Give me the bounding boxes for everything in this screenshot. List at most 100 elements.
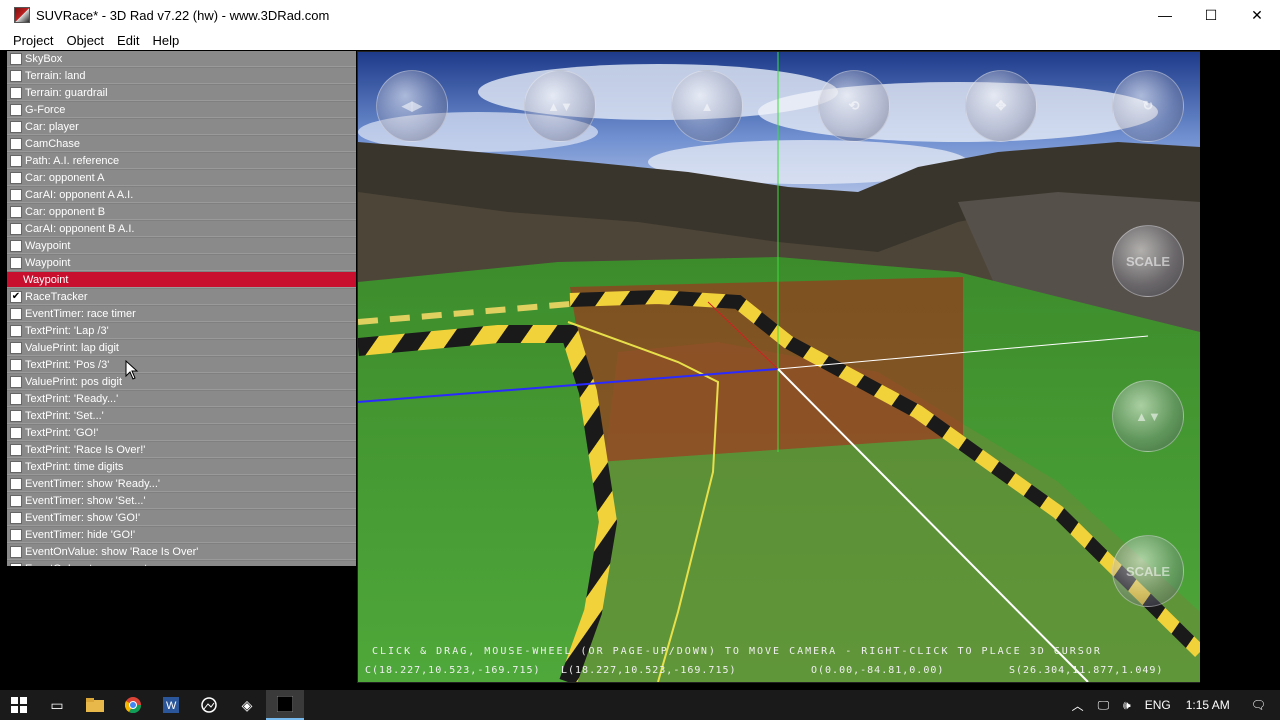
rotate-view-icon[interactable]: ◀▶ [376, 70, 448, 142]
object-list-item[interactable]: TextPrint: time digits [7, 459, 356, 475]
start-button[interactable] [0, 690, 38, 720]
menu-object[interactable]: Object [60, 33, 110, 48]
object-list-item[interactable]: Terrain: guardrail [7, 85, 356, 101]
object-visibility-checkbox[interactable] [10, 52, 22, 65]
object-visibility-checkbox[interactable] [10, 494, 22, 507]
photos-icon[interactable] [190, 690, 228, 720]
object-visibility-checkbox[interactable] [10, 477, 22, 490]
object-visibility-checkbox[interactable] [10, 307, 22, 320]
object-visibility-checkbox[interactable] [10, 358, 22, 371]
object-visibility-checkbox[interactable] [10, 511, 22, 524]
scale-vertical-icon[interactable]: ▲▼ [1112, 380, 1184, 452]
object-list-item[interactable]: EventTimer: show 'Set...' [7, 493, 356, 509]
object-visibility-checkbox[interactable] [10, 426, 22, 439]
scale-button[interactable]: SCALE [1112, 225, 1184, 297]
close-button[interactable]: ✕ [1234, 0, 1280, 30]
object-visibility-checkbox[interactable] [10, 460, 22, 473]
move-forward-icon[interactable]: ▲ [671, 70, 743, 142]
orbit-icon[interactable]: ⟲ [818, 70, 890, 142]
menu-edit[interactable]: Edit [111, 33, 145, 48]
notifications-icon[interactable]: 🗨 [1251, 698, 1266, 712]
object-list-item[interactable]: Path: A.I. reference [7, 153, 356, 169]
object-list-item[interactable]: TextPrint: 'GO!' [7, 425, 356, 441]
object-list-item[interactable]: CarAI: opponent A A.I. [7, 187, 356, 203]
show-hidden-icons-icon[interactable]: ︿ [1072, 697, 1084, 714]
object-list-item[interactable]: Car: opponent B [7, 204, 356, 220]
object-visibility-checkbox[interactable] [10, 443, 22, 456]
object-visibility-checkbox[interactable] [10, 188, 22, 201]
network-icon[interactable]: 🖵 [1098, 698, 1110, 713]
object-list-item[interactable]: ValuePrint: lap digit [7, 340, 356, 356]
object-visibility-checkbox[interactable]: ✔ [10, 290, 22, 303]
object-visibility-checkbox[interactable] [10, 324, 22, 337]
object-list-item[interactable]: EventTimer: race timer [7, 306, 356, 322]
object-list-item[interactable]: G-Force [7, 102, 356, 118]
rotate-object-icon[interactable]: ↻ [1112, 70, 1184, 142]
object-list-item[interactable]: Waypoint [7, 272, 356, 288]
clock[interactable]: 1:15 AM [1186, 698, 1230, 712]
menu-project[interactable]: Project [7, 33, 59, 48]
object-list-item-label: EventTimer: show 'Ready...' [25, 477, 161, 490]
word-icon[interactable]: W [152, 690, 190, 720]
window-title: SUVRace* - 3D Rad v7.22 (hw) - www.3DRad… [36, 7, 330, 23]
object-visibility-checkbox[interactable] [10, 392, 22, 405]
object-list-item[interactable]: TextPrint: 'Set...' [7, 408, 356, 424]
object-visibility-checkbox[interactable] [10, 545, 22, 558]
object-list-item[interactable]: CamChase [7, 136, 356, 152]
object-list-item[interactable]: Waypoint [7, 255, 356, 271]
language-indicator[interactable]: ENG [1145, 698, 1171, 712]
object-list-item[interactable]: TextPrint: 'Race Is Over!' [7, 442, 356, 458]
visual-studio-icon[interactable]: ◈ [228, 690, 266, 720]
object-list-item[interactable]: TextPrint: 'Pos /3' [7, 357, 356, 373]
task-view-icon[interactable]: ▭ [38, 690, 76, 720]
minimize-button[interactable]: — [1142, 0, 1188, 30]
object-visibility-checkbox[interactable] [10, 222, 22, 235]
orientation-readout: O(0.00,-84.81,0.00) [811, 665, 945, 676]
object-list-item[interactable]: Car: player [7, 119, 356, 135]
object-list-item[interactable]: EventTimer: show 'GO!' [7, 510, 356, 526]
object-visibility-checkbox[interactable] [10, 409, 22, 422]
look-coordinates: L(18.227,10.523,-169.715) [561, 665, 737, 676]
maximize-button[interactable]: ☐ [1188, 0, 1234, 30]
object-visibility-checkbox[interactable] [10, 341, 22, 354]
object-visibility-checkbox[interactable] [10, 239, 22, 252]
move-vertical-icon[interactable]: ▲▼ [524, 70, 596, 142]
chrome-icon[interactable] [114, 690, 152, 720]
object-visibility-checkbox[interactable] [10, 120, 22, 133]
volume-icon[interactable]: 🕪 [1123, 698, 1131, 713]
object-list-item[interactable]: ValuePrint: pos digit [7, 374, 356, 390]
object-list-item-label: Waypoint [23, 273, 69, 286]
menu-help[interactable]: Help [146, 33, 185, 48]
object-list-item-label: EventTimer: hide 'GO!' [25, 528, 136, 541]
object-list-item[interactable]: EventTimer: show 'Ready...' [7, 476, 356, 492]
object-visibility-checkbox[interactable] [10, 86, 22, 99]
object-list[interactable]: SkyBox Terrain: land Terrain: guardrail G-F… [7, 51, 356, 594]
scale-button-secondary[interactable]: SCALE [1112, 535, 1184, 607]
object-visibility-checkbox[interactable] [10, 103, 22, 116]
object-list-item-label: EventTimer: show 'Set...' [25, 494, 146, 507]
object-list-item[interactable]: TextPrint: 'Ready...' [7, 391, 356, 407]
object-list-item[interactable]: SkyBox [7, 51, 356, 67]
object-list-item[interactable]: EventTimer: hide 'GO!' [7, 527, 356, 543]
object-list-item[interactable]: EventOnValue: show 'Race Is Over' [7, 544, 356, 560]
object-list-item[interactable]: CarAI: opponent B A.I. [7, 221, 356, 237]
object-list-item[interactable]: TextPrint: 'Lap /3' [7, 323, 356, 339]
object-list-item[interactable]: ✔ RaceTracker [7, 289, 356, 305]
pan-icon[interactable]: ✥ [965, 70, 1037, 142]
object-visibility-checkbox[interactable] [10, 528, 22, 541]
object-visibility-checkbox[interactable] [10, 137, 22, 150]
object-list-item-label: EventOnValue: show 'Race Is Over' [25, 545, 199, 558]
3d-viewport[interactable]: ◀▶ ▲▼ ▲ ⟲ ✥ ↻ SCALE ▲▼ SCALE CLICK & DRA… [357, 51, 1201, 683]
object-list-item[interactable]: Terrain: land [7, 68, 356, 84]
object-visibility-checkbox[interactable] [10, 171, 22, 184]
object-list-item[interactable]: Car: opponent A [7, 170, 356, 186]
3drad-taskbar-icon[interactable] [266, 690, 304, 720]
file-explorer-icon[interactable] [76, 690, 114, 720]
mouse-cursor-icon [125, 360, 139, 380]
object-visibility-checkbox[interactable] [10, 205, 22, 218]
object-list-item[interactable]: Waypoint [7, 238, 356, 254]
object-visibility-checkbox[interactable] [10, 375, 22, 388]
object-visibility-checkbox[interactable] [10, 69, 22, 82]
object-visibility-checkbox[interactable] [10, 154, 22, 167]
object-visibility-checkbox[interactable] [10, 256, 22, 269]
